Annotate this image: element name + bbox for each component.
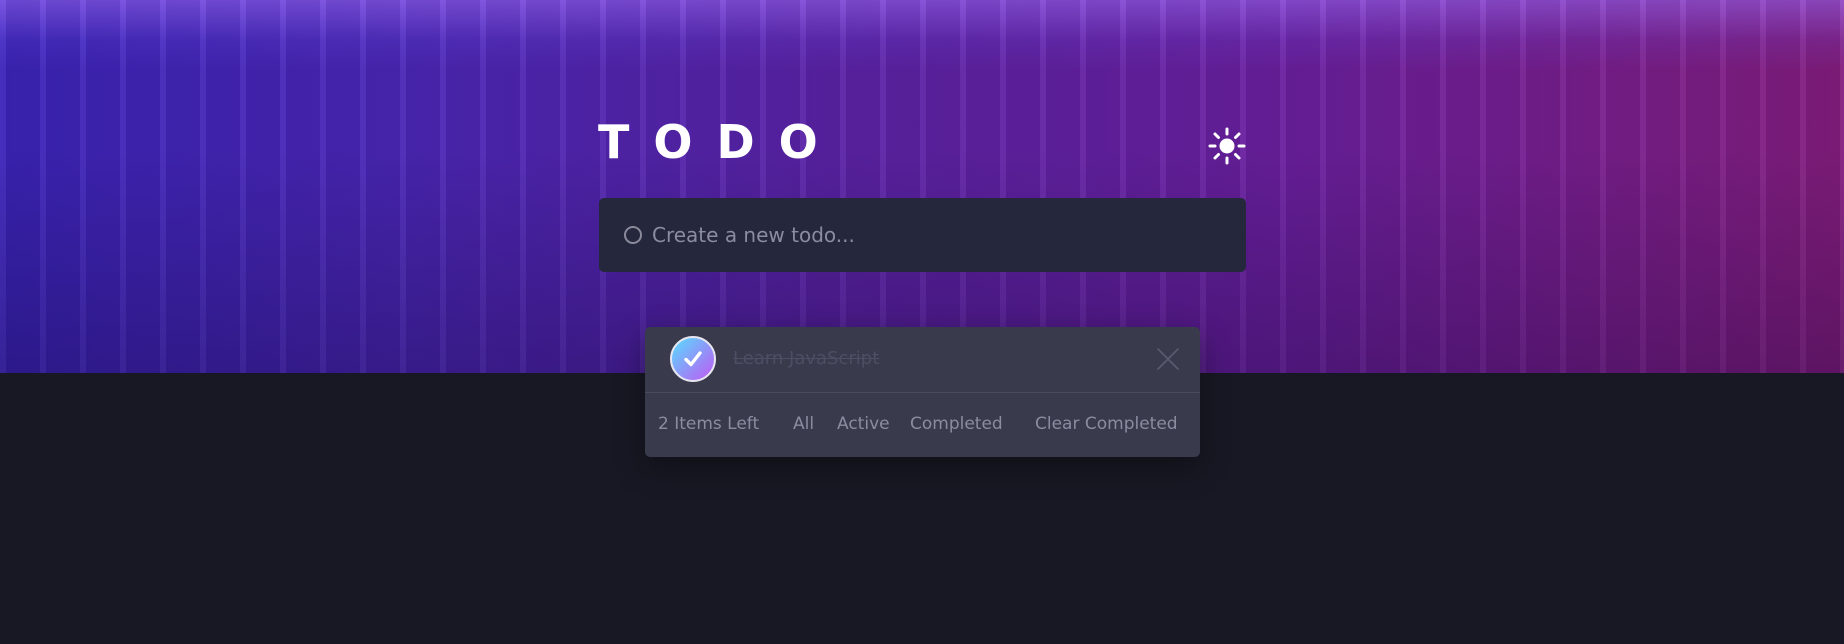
delete-todo-button[interactable] <box>1156 347 1180 371</box>
filter-active-button[interactable]: Active <box>837 414 890 434</box>
app-title: TODO <box>598 115 842 169</box>
new-todo-circle-icon <box>624 226 642 244</box>
clear-completed-button[interactable]: Clear Completed <box>1035 414 1178 434</box>
todo-list: Learn JavaScript 2 Items Left All Active… <box>645 327 1200 457</box>
theme-toggle-button[interactable] <box>1207 126 1247 166</box>
hero-overlay <box>0 0 1844 373</box>
checkmark-icon <box>684 351 702 367</box>
todo-item-text: Learn JavaScript <box>733 348 880 369</box>
new-todo-bar <box>599 198 1246 272</box>
items-left-count: 2 Items Left <box>658 414 760 434</box>
todo-checkbox[interactable] <box>670 336 716 382</box>
sun-icon <box>1208 127 1246 165</box>
todo-item: Learn JavaScript <box>645 327 1200 393</box>
close-icon <box>1157 348 1179 370</box>
new-todo-input[interactable] <box>652 223 1212 247</box>
filter-completed-button[interactable]: Completed <box>910 414 1003 434</box>
filter-all-button[interactable]: All <box>793 414 814 434</box>
todo-footer: 2 Items Left All Active Completed Clear … <box>645 393 1200 457</box>
